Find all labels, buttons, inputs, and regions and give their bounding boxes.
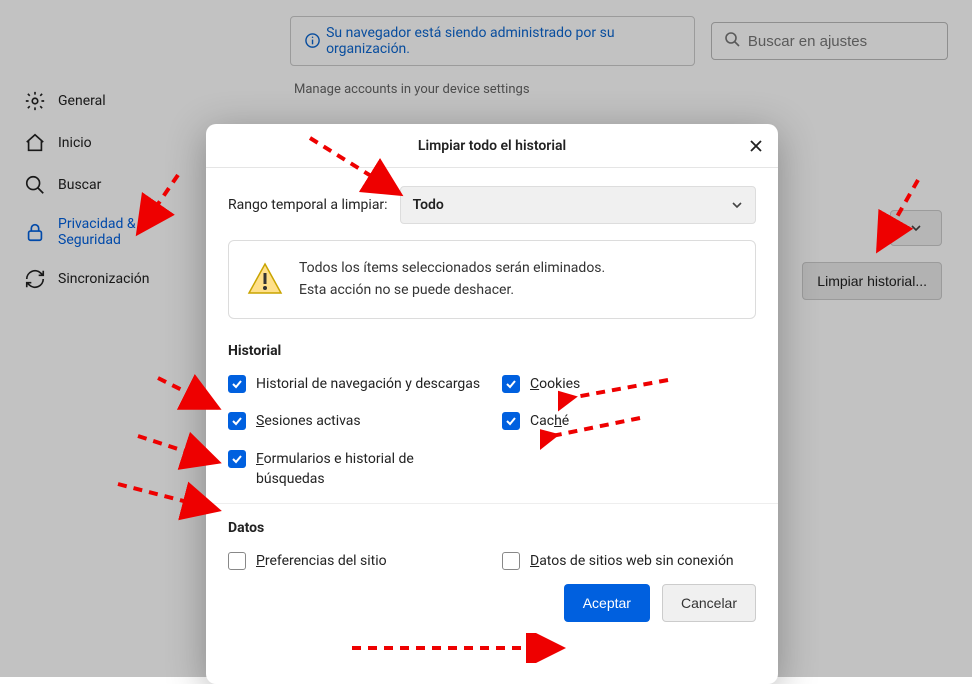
- sync-icon: [24, 268, 46, 290]
- sidebar-item-label: General: [58, 93, 106, 109]
- home-icon: [24, 132, 46, 154]
- time-range-label: Rango temporal a limpiar:: [228, 197, 388, 213]
- checkbox[interactable]: [228, 450, 246, 468]
- warning-line-1: Todos los ítems seleccionados serán elim…: [299, 260, 605, 276]
- info-icon: [305, 33, 320, 49]
- background-dropdown[interactable]: [890, 210, 942, 246]
- dialog-close-button[interactable]: [744, 134, 768, 158]
- sidebar-item-home[interactable]: Inicio: [12, 122, 212, 164]
- search-icon: [24, 174, 46, 196]
- option-label: Caché: [530, 412, 569, 432]
- settings-search[interactable]: [711, 22, 948, 60]
- clear-history-button[interactable]: Limpiar historial...: [802, 262, 942, 300]
- option-label: Historial de navegación y descargas: [256, 375, 480, 395]
- sidebar-item-label: Sincronización: [58, 271, 150, 287]
- warning-icon: [247, 261, 283, 297]
- chevron-down-icon: [731, 199, 743, 211]
- cancel-button[interactable]: Cancelar: [662, 584, 756, 622]
- option-label: Preferencias del sitio: [256, 552, 387, 572]
- option-browsing-history[interactable]: Historial de navegación y descargas: [228, 375, 482, 395]
- option-offline-data[interactable]: Datos de sitios web sin conexión: [502, 552, 756, 572]
- org-managed-banner[interactable]: Su navegador está siendo administrado po…: [290, 16, 695, 66]
- close-icon: [748, 138, 764, 154]
- section-data-heading: Datos: [228, 520, 756, 536]
- option-active-sessions[interactable]: Sesiones activas: [228, 412, 482, 432]
- sidebar-item-label: Buscar: [58, 177, 101, 193]
- time-range-value: Todo: [413, 197, 444, 213]
- checkbox[interactable]: [228, 375, 246, 393]
- sidebar-item-sync[interactable]: Sincronización: [12, 258, 212, 300]
- option-cookies[interactable]: Cookies: [502, 375, 756, 395]
- checkbox[interactable]: [502, 375, 520, 393]
- accept-button[interactable]: Aceptar: [564, 584, 650, 622]
- org-managed-text: Su navegador está siendo administrado po…: [326, 25, 680, 57]
- section-history-heading: Historial: [228, 343, 756, 359]
- settings-search-input[interactable]: [748, 33, 935, 50]
- option-form-search-history[interactable]: Formularios e historial de búsquedas: [228, 450, 482, 489]
- sidebar-item-label: Inicio: [58, 135, 92, 151]
- sidebar-item-search[interactable]: Buscar: [12, 164, 212, 206]
- background-hint-text: Manage accounts in your device settings: [294, 82, 530, 97]
- checkbox[interactable]: [502, 552, 520, 570]
- gear-icon: [24, 90, 46, 112]
- dialog-title: Limpiar todo el historial: [418, 138, 566, 154]
- clear-history-dialog: Limpiar todo el historial Rango temporal…: [206, 124, 778, 684]
- option-label: Formularios e historial de búsquedas: [256, 450, 482, 489]
- settings-sidebar: General Inicio Buscar Privacidad & Segur…: [12, 80, 212, 300]
- option-cache[interactable]: Caché: [502, 412, 756, 432]
- option-label: Cookies: [530, 375, 580, 395]
- warning-box: Todos los ítems seleccionados serán elim…: [228, 240, 756, 319]
- checkbox[interactable]: [502, 412, 520, 430]
- warning-line-2: Esta acción no se puede deshacer.: [299, 282, 514, 298]
- time-range-select[interactable]: Todo: [400, 186, 756, 224]
- checkbox[interactable]: [228, 412, 246, 430]
- checkbox[interactable]: [228, 552, 246, 570]
- option-label: Datos de sitios web sin conexión: [530, 552, 734, 572]
- sidebar-item-label: Privacidad & Seguridad: [58, 216, 200, 248]
- lock-icon: [24, 221, 46, 243]
- sidebar-item-privacy[interactable]: Privacidad & Seguridad: [12, 206, 212, 258]
- sidebar-item-general[interactable]: General: [12, 80, 212, 122]
- search-icon: [724, 31, 740, 51]
- chevron-down-icon: [910, 222, 922, 234]
- option-label: Sesiones activas: [256, 412, 361, 432]
- option-site-prefs[interactable]: Preferencias del sitio: [228, 552, 482, 572]
